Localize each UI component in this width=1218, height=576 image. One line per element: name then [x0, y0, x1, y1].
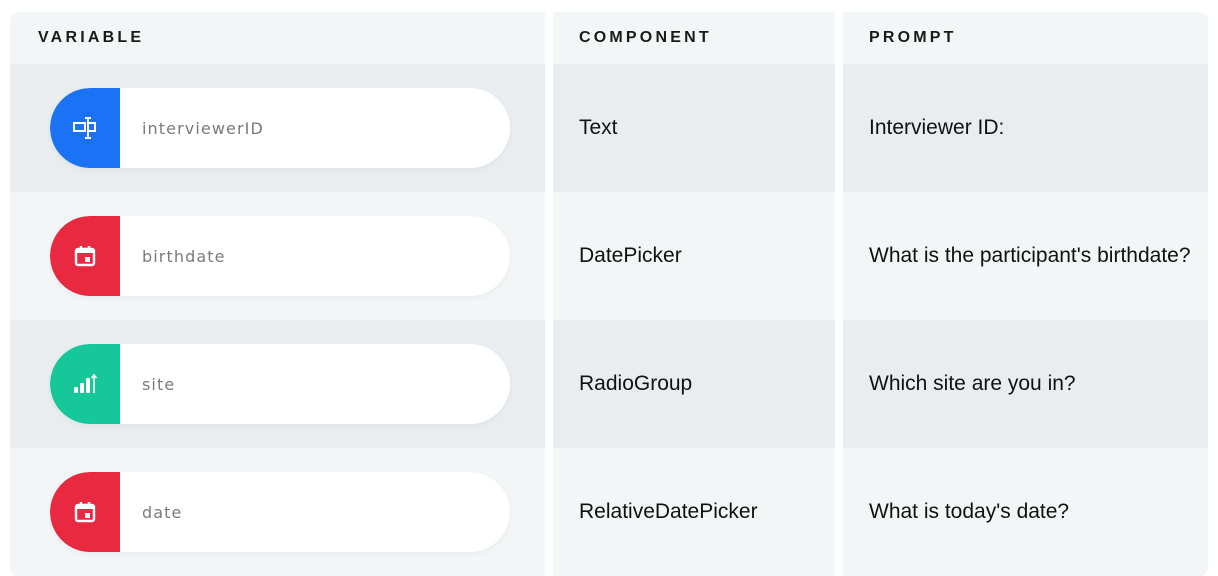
- table-row: birthdate: [10, 192, 545, 320]
- prompt-cell: Which site are you in?: [843, 320, 1208, 448]
- prompt-cell: What is the participant's birthdate?: [843, 192, 1208, 320]
- variable-name: interviewerID: [142, 118, 264, 138]
- variable-pill[interactable]: birthdate: [50, 216, 510, 296]
- component-cell: DatePicker: [553, 192, 835, 320]
- prompt-cell: Interviewer ID:: [843, 64, 1208, 192]
- variable-name: date: [142, 502, 183, 522]
- header-variable: VARIABLE: [10, 12, 545, 64]
- variable-pill[interactable]: date: [50, 472, 510, 552]
- table-row: site: [10, 320, 545, 448]
- component-cell: RadioGroup: [553, 320, 835, 448]
- table-row: interviewerID: [10, 64, 545, 192]
- text-input-icon: [50, 88, 120, 168]
- table-row: date: [10, 448, 545, 576]
- header-prompt: PROMPT: [843, 12, 1208, 64]
- variable-pill[interactable]: interviewerID: [50, 88, 510, 168]
- calendar-icon: [50, 216, 120, 296]
- component-cell: RelativeDatePicker: [553, 448, 835, 576]
- ordinal-scale-icon: [50, 344, 120, 424]
- calendar-icon: [50, 472, 120, 552]
- variable-name: site: [142, 374, 176, 394]
- variables-table: VARIABLE COMPONENT PROMPT interviewerID …: [10, 12, 1208, 576]
- prompt-cell: What is today's date?: [843, 448, 1208, 576]
- variable-name: birthdate: [142, 246, 226, 266]
- component-cell: Text: [553, 64, 835, 192]
- variable-pill[interactable]: site: [50, 344, 510, 424]
- header-component: COMPONENT: [553, 12, 835, 64]
